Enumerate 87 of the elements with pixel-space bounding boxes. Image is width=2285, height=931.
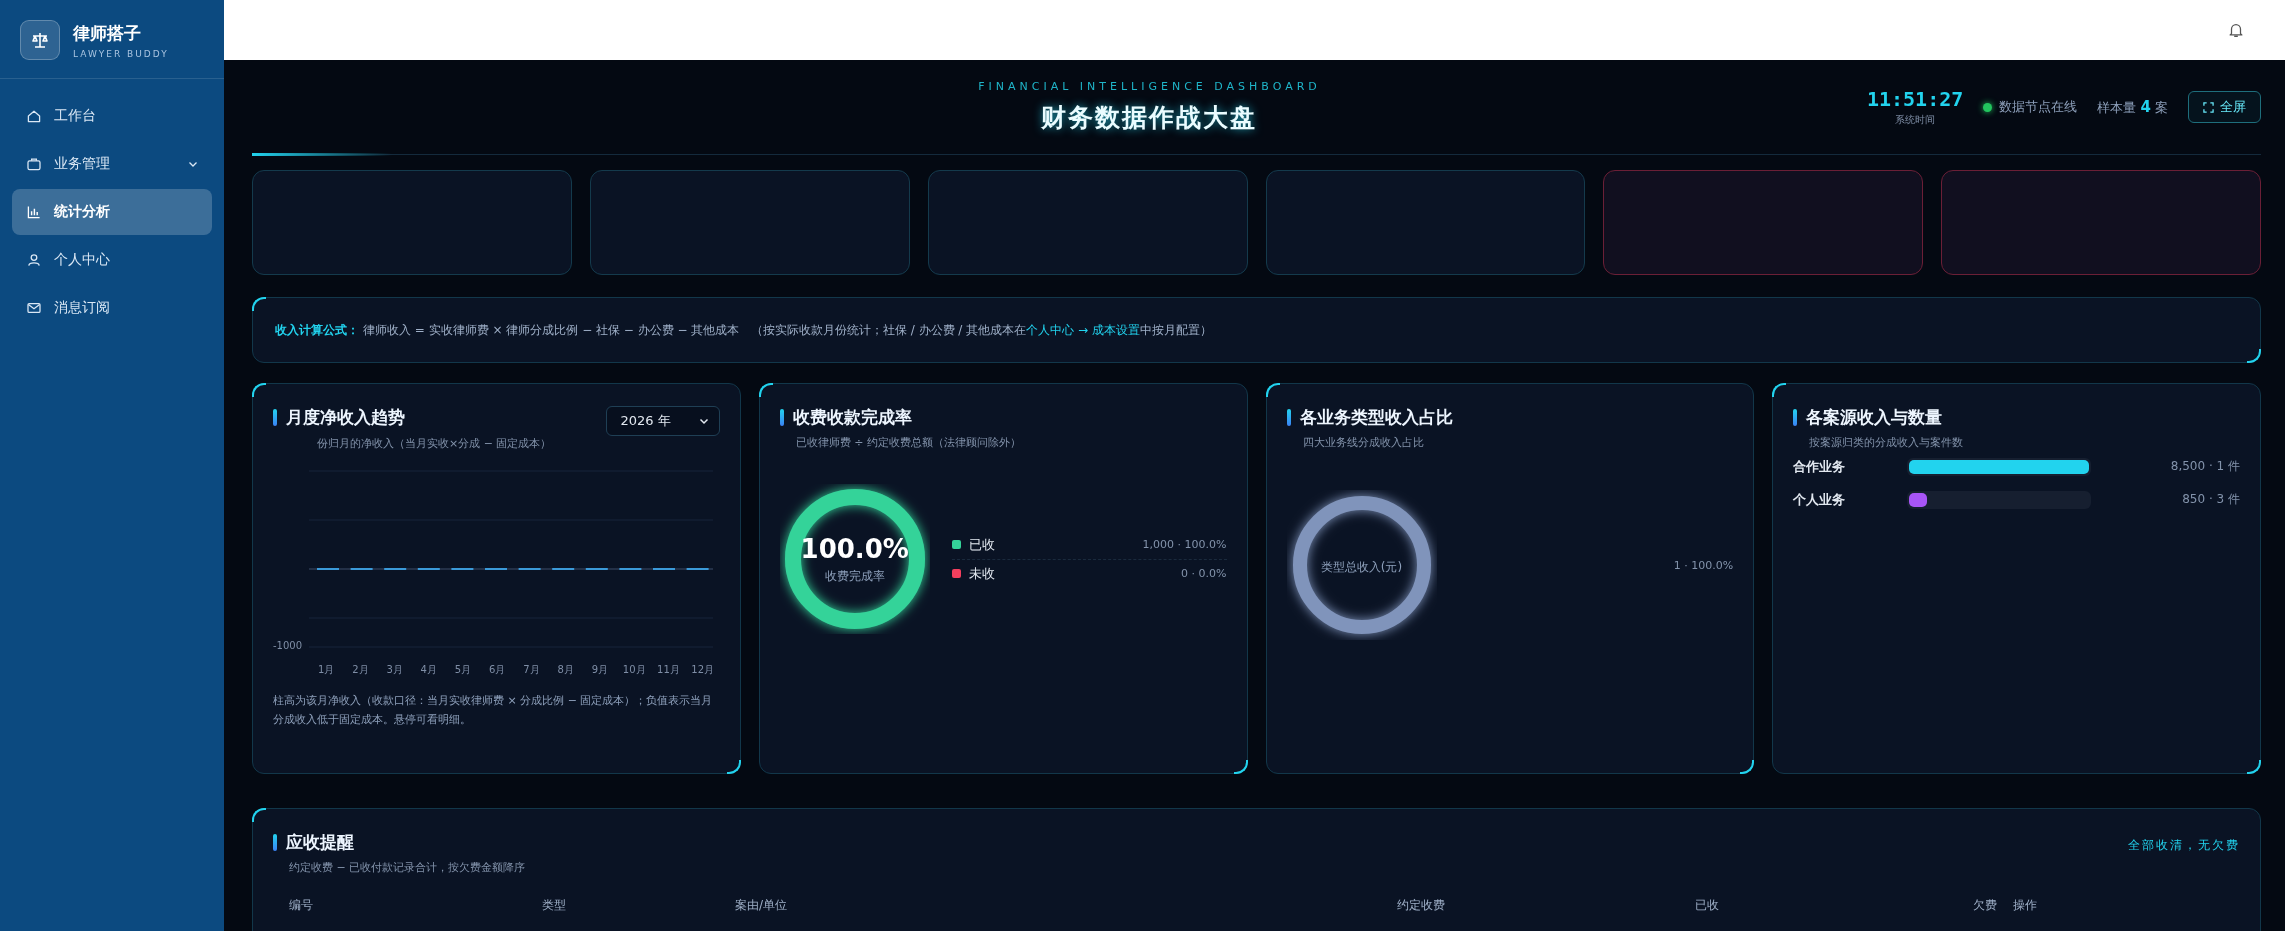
column-header: 约定收费 xyxy=(1397,897,1446,914)
corner-accent xyxy=(2247,760,2261,774)
card-title: 各案源收入与数量 xyxy=(1806,406,1943,429)
nav-item[interactable]: 业务管理 xyxy=(12,141,212,187)
legend-value: 0 · 0.0% xyxy=(1181,567,1227,580)
bar-chart-icon xyxy=(26,204,42,220)
person-icon xyxy=(26,252,42,268)
month-label: 11月 xyxy=(656,663,681,677)
title-accent-bar xyxy=(1793,409,1798,426)
month-label: 12月 xyxy=(690,663,715,677)
month-label: 8月 xyxy=(556,663,575,677)
column-header: 案由/单位 xyxy=(735,897,789,914)
month-label: 7月 xyxy=(522,663,541,677)
month-label: 2月 xyxy=(351,663,370,677)
card-subtitle: 按案源归类的分成收入与案件数 xyxy=(1809,435,1965,450)
month-label: 10月 xyxy=(621,663,647,677)
card-title: 月度净收入趋势 xyxy=(286,406,405,429)
dashboard-title: 财务数据作战大盘 xyxy=(1040,102,1259,134)
fullscreen-icon xyxy=(2203,101,2214,113)
briefcase-icon xyxy=(26,156,42,172)
year-select[interactable]: 2026 年 xyxy=(605,406,720,436)
scale-logo-icon xyxy=(20,20,60,60)
nav-item[interactable]: 工作台 xyxy=(12,93,212,139)
card-title: 收费收款完成率 xyxy=(792,406,912,429)
brand-name: 律师搭子 xyxy=(73,21,142,45)
donut-center-label: 类型总收入(元) xyxy=(1320,558,1403,576)
cost-settings-link[interactable]: 个人中心 → 成本设置 xyxy=(1026,322,1140,337)
receivables-status: 全部收清，无欠费 xyxy=(2128,837,2240,854)
column-header: 操作 xyxy=(2013,897,2038,914)
column-header: 已收 xyxy=(1695,897,1720,914)
chart-note: 柱高为该月净收入（收款口径：当月实收律师费 × 分成比例 − 固定成本）；负值表示当月分成收入低于固定成本。悬停可看明细。 xyxy=(273,693,714,728)
dashboard-eyebrow: FINANCIAL INTELLIGENCE DASHBOARD xyxy=(977,80,1322,93)
card-subtitle: 份归月的净收入（当月实收×分成 − 固定成本） xyxy=(317,436,553,451)
legend-value: 1 · 100.0% xyxy=(1673,558,1734,572)
formula-text: 收入计算公式： 律师收入 = 实收律师费 × 律师分成比例 − 社保 − 办公费 − 其他成本 （按实际收款月份统计；社保 / 办公费 / 其他成本在个人中心 → 成本设置中按月配置） xyxy=(275,321,1212,339)
nav-item[interactable]: 统计分析 xyxy=(12,189,212,235)
completion-percent: 100.0% xyxy=(800,533,909,564)
legend-label: 已收 xyxy=(968,535,996,554)
y-axis-label: -1000 xyxy=(273,640,303,651)
chevron-icon xyxy=(188,159,198,169)
bell-icon[interactable] xyxy=(2227,21,2245,39)
title-accent-bar xyxy=(273,409,277,426)
source-value: 8,500 · 1 件 xyxy=(2169,458,2240,475)
brand-tagline: LAWYER BUDDY xyxy=(73,48,169,59)
corner-accent xyxy=(1265,383,1280,397)
source-label: 合作业务 xyxy=(1793,457,1847,476)
month-label: 1月 xyxy=(316,663,336,677)
month-label: 9月 xyxy=(590,663,610,677)
house-icon xyxy=(26,108,42,124)
month-label: 4月 xyxy=(419,663,438,677)
corner-accent xyxy=(252,383,266,397)
month-label: 3月 xyxy=(385,663,404,677)
clock-label: 系统时间 xyxy=(1894,113,1937,127)
nav-item[interactable]: 个人中心 xyxy=(12,237,212,283)
clock-time: 11:51:27 xyxy=(1866,87,1964,111)
corner-accent xyxy=(758,383,773,397)
card-subtitle: 约定收费 − 已收付款记录合计，按欠费金额降序 xyxy=(289,860,527,875)
corner-accent xyxy=(726,760,741,774)
fullscreen-button[interactable]: 全屏 xyxy=(2188,91,2261,123)
corner-accent xyxy=(1740,760,1755,774)
card-subtitle: 已收律师费 ÷ 约定收费总额（法律顾问除外） xyxy=(795,435,1022,450)
source-label: 个人业务 xyxy=(1793,490,1847,509)
month-label: 5月 xyxy=(453,663,473,677)
nav-item[interactable]: 消息订阅 xyxy=(12,285,212,331)
corner-accent xyxy=(1233,760,1248,774)
card-subtitle: 四大业务线分成收入占比 xyxy=(1302,435,1425,450)
completion-label: 收费完成率 xyxy=(824,567,885,585)
corner-accent xyxy=(2247,349,2261,363)
column-header: 编号 xyxy=(289,897,314,914)
legend-value: 1,000 · 100.0% xyxy=(1142,538,1227,551)
envelope-icon xyxy=(26,300,42,316)
title-accent-bar xyxy=(779,409,784,426)
month-label: 6月 xyxy=(488,663,507,677)
corner-accent xyxy=(1772,383,1787,397)
title-accent-bar xyxy=(273,834,277,851)
source-value: 850 · 3 件 xyxy=(2181,491,2240,508)
legend-label: 未收 xyxy=(968,564,996,583)
card-title: 应收提醒 xyxy=(286,831,354,854)
title-accent-bar xyxy=(1286,409,1291,426)
status-label: 数据节点在线 xyxy=(1999,98,2078,116)
caret-icon xyxy=(698,416,709,426)
card-title: 各业务类型收入占比 xyxy=(1299,406,1453,429)
corner-accent xyxy=(252,808,266,822)
column-header: 欠费 xyxy=(1972,897,1998,914)
corner-accent xyxy=(252,297,266,311)
sample-count: 样本量 4 案 xyxy=(2097,97,2168,117)
column-header: 类型 xyxy=(542,897,567,914)
